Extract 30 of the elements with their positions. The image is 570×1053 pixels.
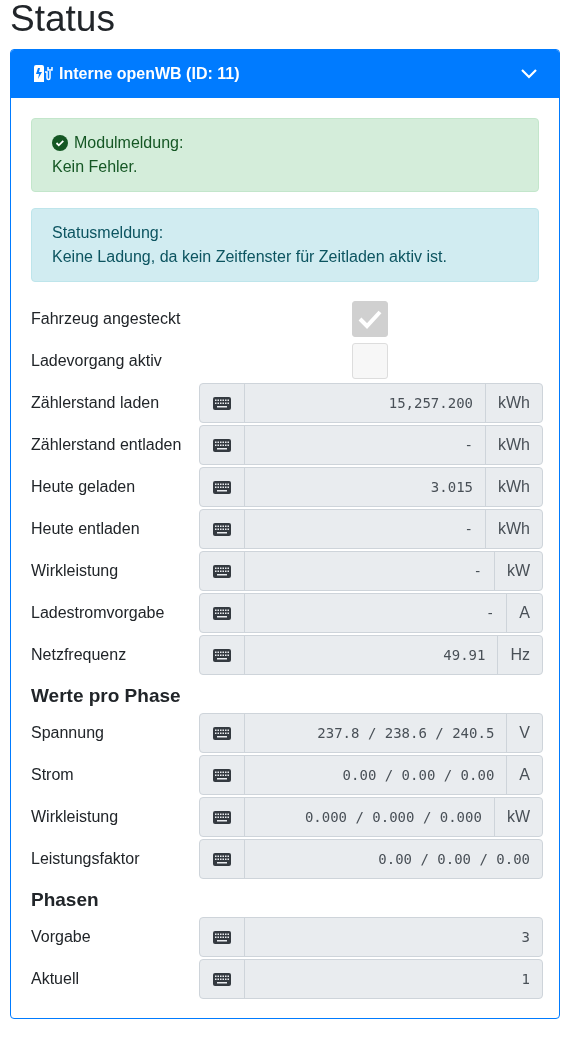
section-heading: Werte pro Phase [31, 684, 182, 708]
field-label: Strom [31, 766, 75, 784]
check-icon [358, 309, 382, 329]
field-label: Heute entladen [31, 520, 141, 538]
chevron-icon[interactable] [521, 69, 537, 79]
card-title: Interne openWB (ID: 11) [59, 65, 241, 83]
field-label: Fahrzeug angesteckt [31, 310, 182, 328]
field-label: Zählerstand entladen [31, 436, 183, 454]
field-label: Aktuell [31, 970, 81, 988]
alert-heading: Modulmeldung: [74, 133, 184, 153]
field-label: Wirkleistung [31, 808, 120, 826]
card-header[interactable]: Interne openWB (ID: 11) [11, 50, 559, 98]
alert-text: Kein Fehler. [52, 157, 139, 177]
field-label: Vorgabe [31, 928, 92, 946]
checkbox[interactable] [352, 301, 388, 337]
field-label: Netzfrequenz [31, 646, 128, 664]
field-label: Ladevorgang aktiv [31, 352, 163, 370]
field-label: Heute geladen [31, 478, 137, 496]
field-label: Wirkleistung [31, 562, 120, 580]
alert-heading: Statusmeldung: [52, 223, 164, 243]
checkbox[interactable] [352, 343, 388, 379]
charging-station-icon [33, 65, 53, 83]
section-heading: Phasen [31, 888, 100, 912]
field-label: Ladestromvorgabe [31, 604, 166, 622]
field-label: Zählerstand laden [31, 394, 161, 412]
field-label: Leistungsfaktor [31, 850, 141, 868]
alert-text: Keine Ladung, da kein Zeitfenster für Zeitladen aktiv ist. [52, 247, 448, 267]
field-label: Spannung [31, 724, 105, 742]
page-title: Status [10, 0, 116, 41]
check-circle-icon [52, 135, 68, 151]
